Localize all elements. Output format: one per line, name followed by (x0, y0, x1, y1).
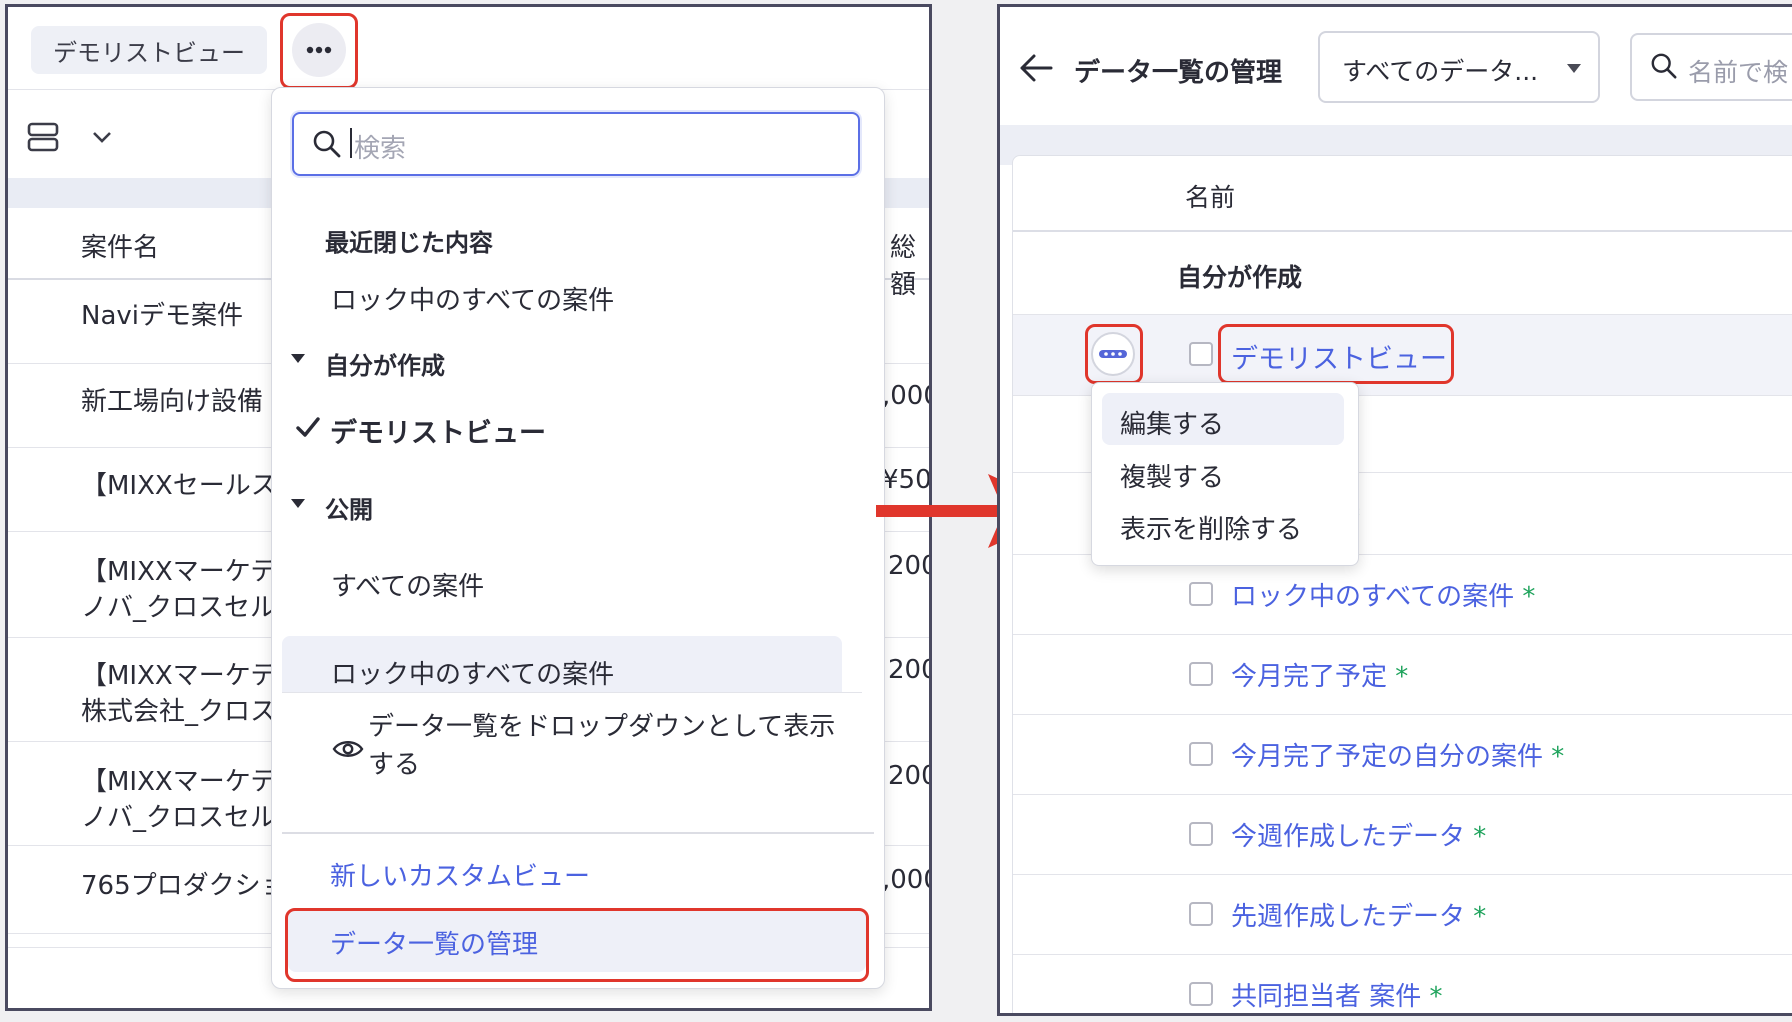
row-checkbox[interactable] (1189, 582, 1213, 606)
search-field[interactable]: 検索 (292, 112, 860, 176)
page-title: データ一覧の管理 (1074, 58, 1283, 88)
back-arrow-icon[interactable] (1018, 53, 1054, 83)
link-label: 新しいカスタムビュー (330, 862, 591, 892)
chevron-down-icon (93, 132, 111, 143)
views-table: 名前 自分が作成 デモリストビュー 件* ロック中の (1012, 155, 1792, 1013)
view-link[interactable]: ロック中のすべての案件 * (1231, 576, 1535, 613)
menu-item-selected-view[interactable]: デモリストビュー (282, 400, 872, 460)
deal-amount: 200 (888, 761, 929, 791)
menu-item-label: 編集する (1120, 410, 1225, 440)
deal-name[interactable]: Naviデモ案件 (81, 295, 243, 332)
manage-views-panel: データ一覧の管理 すべてのデータ... 名前で検 名前 自分が作成 デモリストビ… (997, 4, 1792, 1016)
select-value: すべてのデータ... (1342, 57, 1539, 86)
manage-views-link[interactable]: データ一覧の管理 (288, 910, 866, 972)
check-icon (296, 417, 320, 437)
recent-heading: 最近閉じた内容 (325, 229, 493, 257)
deal-amount: 200 (888, 551, 929, 581)
table-row[interactable]: 共同担当者 案件 * (1013, 954, 1792, 1013)
deal-amount: 200 (888, 655, 929, 685)
name-search-input[interactable]: 名前で検 (1630, 33, 1792, 101)
table-row[interactable]: 今週作成したデータ * (1013, 794, 1792, 875)
view-switcher-dropdown: 検索 最近閉じた内容 ロック中のすべての案件 自分が作成 デモリストビュー 公開… (271, 87, 885, 989)
more-horizontal-icon (306, 46, 332, 54)
search-icon (313, 130, 341, 158)
row-checkbox[interactable] (1189, 982, 1213, 1006)
table-row[interactable]: 今月完了予定の自分の案件 * (1013, 714, 1792, 795)
search-icon (1651, 53, 1677, 79)
search-input[interactable]: 検索 (354, 128, 406, 165)
view-filter-select[interactable]: すべてのデータ... (1318, 31, 1600, 103)
row-context-menu: 編集する 複製する 表示を削除する (1091, 382, 1359, 566)
view-link[interactable]: 先週作成したデータ * (1231, 896, 1486, 933)
menu-item-duplicate[interactable]: 複製する (1102, 447, 1344, 499)
group-heading-mine: 自分が作成 (325, 352, 445, 380)
view-link[interactable]: 今月完了予定の自分の案件 * (1231, 736, 1564, 773)
deal-name-line1[interactable]: 【MIXXマーケテ (81, 551, 276, 588)
menu-item-label: すべての案件 (331, 572, 485, 602)
view-link[interactable]: 共同担当者 案件 * (1231, 976, 1443, 1013)
menu-item-label: ロック中のすべての案件 (331, 286, 615, 316)
deal-amount: ,000 (882, 381, 929, 411)
deal-name-line2: 株式会社_クロス (81, 697, 277, 727)
deal-name-line2: ノバ_クロスセル (81, 803, 277, 833)
rows-icon (27, 122, 59, 152)
row-checkbox[interactable] (1189, 902, 1213, 926)
view-link[interactable]: 今月完了予定 * (1231, 656, 1408, 693)
menu-item-recent[interactable]: ロック中のすべての案件 (282, 268, 872, 328)
deal-name[interactable]: 【MIXXセールス (81, 465, 277, 502)
list-view-panel: デモリストビュー 案件名 総額 Naviデモ案件 新工場向け設備 ,000 【M… (5, 4, 932, 1011)
group-toggle-mine[interactable]: 自分が作成 (288, 336, 588, 386)
view-link[interactable]: 今週作成したデータ * (1231, 816, 1486, 853)
menu-item-delete[interactable]: 表示を削除する (1102, 499, 1344, 551)
row-checkbox[interactable] (1189, 342, 1213, 366)
menu-item-public-hovered[interactable]: ロック中のすべての案件 (282, 636, 842, 692)
view-link[interactable]: デモリストビュー (1231, 337, 1447, 376)
group-heading-public: 公開 (325, 496, 373, 524)
more-button[interactable] (292, 23, 346, 77)
row-checkbox[interactable] (1189, 822, 1213, 846)
eye-icon (332, 741, 364, 757)
column-header-name[interactable]: 名前 (1185, 178, 1235, 214)
deal-name-line1[interactable]: 【MIXXマーケテ (81, 655, 276, 692)
display-mode-button[interactable] (26, 115, 126, 159)
view-chip[interactable]: デモリストビュー (31, 26, 267, 74)
group-toggle-public[interactable]: 公開 (288, 480, 588, 530)
column-header-deal-name[interactable]: 案件名 (81, 227, 159, 264)
table-row[interactable]: ロック中のすべての案件 * (1013, 554, 1792, 635)
deal-name[interactable]: 765プロダクショ (81, 865, 287, 902)
menu-item-public[interactable]: すべての案件 (282, 554, 872, 614)
menu-item-label: デモリストビュー (330, 418, 546, 449)
deal-name[interactable]: 新工場向け設備 (81, 381, 263, 418)
row-actions-button[interactable] (1091, 332, 1135, 376)
group-heading-mine: 自分が作成 (1177, 263, 1303, 292)
link-label: データ一覧の管理 (330, 930, 539, 960)
caret-down-icon (291, 354, 305, 363)
new-custom-view-link[interactable]: 新しいカスタムビュー (282, 844, 872, 904)
menu-item-label: 表示を削除する (1120, 515, 1303, 545)
menu-item-edit[interactable]: 編集する (1102, 393, 1344, 445)
search-placeholder: 名前で検 (1688, 58, 1789, 87)
table-row[interactable]: 先週作成したデータ * (1013, 874, 1792, 955)
table-row[interactable]: 今月完了予定 * (1013, 634, 1792, 715)
deal-amount: ,000 (882, 865, 929, 895)
row-checkbox[interactable] (1189, 662, 1213, 686)
show-as-dropdown-option[interactable]: データ一覧をドロップダウンとして表示する (282, 704, 872, 794)
menu-item-label: ロック中のすべての案件 (331, 660, 615, 690)
caret-down-icon (1567, 64, 1581, 73)
row-checkbox[interactable] (1189, 742, 1213, 766)
deal-name-line2: ノバ_クロスセル (81, 593, 277, 623)
menu-item-label: 複製する (1120, 463, 1225, 493)
deal-name-line1[interactable]: 【MIXXマーケテ (81, 761, 276, 798)
option-label: データ一覧をドロップダウンとして表示する (368, 712, 836, 780)
more-horizontal-icon (1099, 350, 1127, 358)
view-chip-label: デモリストビュー (53, 38, 245, 67)
caret-down-icon (291, 499, 305, 508)
